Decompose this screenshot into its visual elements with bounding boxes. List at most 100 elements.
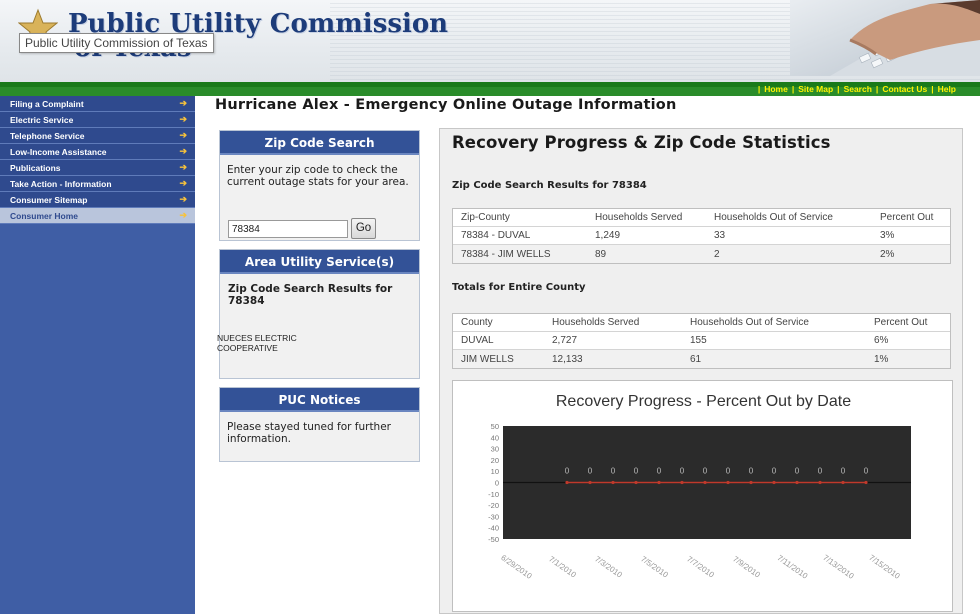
nav-search-link[interactable]: Search xyxy=(844,84,872,94)
data-label: 0 xyxy=(565,467,570,476)
zip-search-form: 78384 Go xyxy=(228,218,376,239)
column-header: Percent Out xyxy=(874,317,928,328)
left-column: Zip Code Search Enter your zip code to c… xyxy=(217,130,420,470)
y-tick-label: -20 xyxy=(488,501,499,510)
column-header: Zip-County xyxy=(461,212,510,223)
zip-county-table: Zip-County Households Served Households … xyxy=(452,208,951,264)
arrow-right-icon: ➔ xyxy=(179,114,187,124)
utility-company-name: NUECES ELECTRIC COOPERATIVE xyxy=(217,333,297,353)
table-cell: 3% xyxy=(880,230,895,241)
table-cell: 1% xyxy=(874,353,889,365)
column-header: Households Out of Service xyxy=(714,212,833,223)
nav-home-link[interactable]: Home xyxy=(764,84,788,94)
table-cell: 78384 - JIM WELLS xyxy=(461,248,551,260)
data-point xyxy=(565,480,569,485)
sidebar-item-label: Take Action - Information xyxy=(10,178,112,189)
data-point xyxy=(726,480,730,485)
x-tick-label: 7/3/2010 xyxy=(593,554,624,580)
arrow-right-icon: ➔ xyxy=(179,194,187,204)
x-tick-label: 7/1/2010 xyxy=(547,554,578,580)
arrow-right-icon: ➔ xyxy=(179,130,187,140)
column-header: Percent Out xyxy=(880,212,934,223)
y-tick-label: 40 xyxy=(491,433,499,442)
table-row: DUVAL 2,727 155 6% xyxy=(453,332,950,350)
sidebar-item-publications[interactable]: Publications ➔ xyxy=(0,160,195,176)
sidebar-item-label: Consumer Home xyxy=(10,210,79,221)
table-cell: JIM WELLS xyxy=(461,353,514,365)
data-label: 0 xyxy=(703,467,708,476)
table-row: JIM WELLS 12,133 61 1% xyxy=(453,350,950,368)
sidebar: Filing a Complaint ➔ Electric Service ➔ Te… xyxy=(0,96,195,614)
data-label: 0 xyxy=(657,467,662,476)
column-header: Households Served xyxy=(595,212,683,223)
arrow-right-icon: ➔ xyxy=(179,178,187,188)
top-nav: | Home | Site Map | Search | Contact Us | Help xyxy=(757,84,956,94)
sidebar-item-take-action[interactable]: Take Action - Information ➔ xyxy=(0,176,195,192)
sidebar-item-label: Electric Service xyxy=(10,114,74,125)
area-utility-panel: Area Utility Service(s) Zip Code Search … xyxy=(217,249,420,379)
x-tick-label: 7/15/2010 xyxy=(867,553,902,581)
y-tick-label: 20 xyxy=(491,456,499,465)
column-header: County xyxy=(461,317,493,328)
table-cell: 1,249 xyxy=(595,230,621,241)
zip-code-input[interactable]: 78384 xyxy=(228,219,348,238)
table-cell: DUVAL xyxy=(461,335,494,346)
x-tick-label: 7/7/2010 xyxy=(685,554,716,580)
y-tick-label: 10 xyxy=(491,467,499,476)
data-point xyxy=(703,480,707,485)
puc-notices-panel: PUC Notices Please stayed tuned for furt… xyxy=(219,387,420,462)
data-point xyxy=(749,480,753,485)
nav-site-map-link[interactable]: Site Map xyxy=(798,84,833,94)
y-tick-label: 0 xyxy=(495,479,499,488)
y-tick-label: -40 xyxy=(488,524,499,533)
sidebar-item-electric-service[interactable]: Electric Service ➔ xyxy=(0,112,195,128)
data-point xyxy=(841,480,845,485)
column-header: Households Served xyxy=(552,317,640,328)
sidebar-item-telephone-service[interactable]: Telephone Service ➔ xyxy=(0,128,195,144)
data-point xyxy=(588,480,592,485)
table-cell: 89 xyxy=(595,248,607,260)
x-tick-label: 6/29/2010 xyxy=(499,553,534,581)
notices-heading: PUC Notices xyxy=(220,388,419,412)
sidebar-item-consumer-home[interactable]: Consumer Home ➔ xyxy=(0,208,195,224)
column-header: Households Out of Service xyxy=(690,317,809,328)
data-label: 0 xyxy=(680,467,685,476)
arrow-right-icon: ➔ xyxy=(179,98,187,108)
table-cell: 33 xyxy=(714,230,726,241)
data-label: 0 xyxy=(772,467,777,476)
table-cell: 12,133 xyxy=(552,353,583,365)
sidebar-item-filing-complaint[interactable]: Filing a Complaint ➔ xyxy=(0,96,195,112)
site-header: Public Utility Commission of Texas Publi… xyxy=(0,0,980,82)
data-point xyxy=(795,480,799,485)
y-tick-label: 50 xyxy=(491,422,499,431)
arrow-right-icon: ➔ xyxy=(179,210,187,220)
table-cell: 2% xyxy=(880,248,895,260)
x-tick-label: 7/5/2010 xyxy=(639,554,670,580)
nav-help-link[interactable]: Help xyxy=(938,84,956,94)
zip-search-description: Enter your zip code to check the current… xyxy=(227,164,409,188)
data-point xyxy=(634,480,638,485)
table-cell: 61 xyxy=(690,353,702,365)
recovery-chart: Recovery Progress - Percent Out by Date … xyxy=(452,380,953,612)
y-tick-label: -10 xyxy=(488,490,499,499)
sidebar-item-consumer-sitemap[interactable]: Consumer Sitemap ➔ xyxy=(0,192,195,208)
go-button[interactable]: Go xyxy=(351,218,376,239)
sidebar-item-low-income-assistance[interactable]: Low-Income Assistance ➔ xyxy=(0,144,195,160)
page: Public Utility Commission of Texas Publi… xyxy=(0,0,980,614)
sidebar-item-label: Telephone Service xyxy=(10,130,85,141)
data-point xyxy=(818,480,822,485)
table-header-row: Zip-County Households Served Households … xyxy=(453,209,950,227)
area-utility-heading: Area Utility Service(s) xyxy=(220,250,419,274)
zip-results-title: Zip Code Search Results for 78384 xyxy=(452,180,647,191)
keyboard-hand-image xyxy=(790,0,980,76)
nav-contact-us-link[interactable]: Contact Us xyxy=(882,84,927,94)
data-point xyxy=(772,480,776,485)
table-header-row: County Households Served Households Out … xyxy=(453,314,950,332)
table-row: 78384 - DUVAL 1,249 33 3% xyxy=(453,227,950,245)
data-label: 0 xyxy=(841,467,846,476)
sidebar-item-label: Filing a Complaint xyxy=(10,98,84,109)
x-tick-label: 7/11/2010 xyxy=(776,553,810,581)
data-point xyxy=(657,480,661,485)
chart-plot: 50 40 30 20 10 0 -10 -20 -30 -40 -50 0 0 0 0 0 0 0 0 0 0 0 0 0 0… xyxy=(488,422,911,581)
data-point xyxy=(680,480,684,485)
